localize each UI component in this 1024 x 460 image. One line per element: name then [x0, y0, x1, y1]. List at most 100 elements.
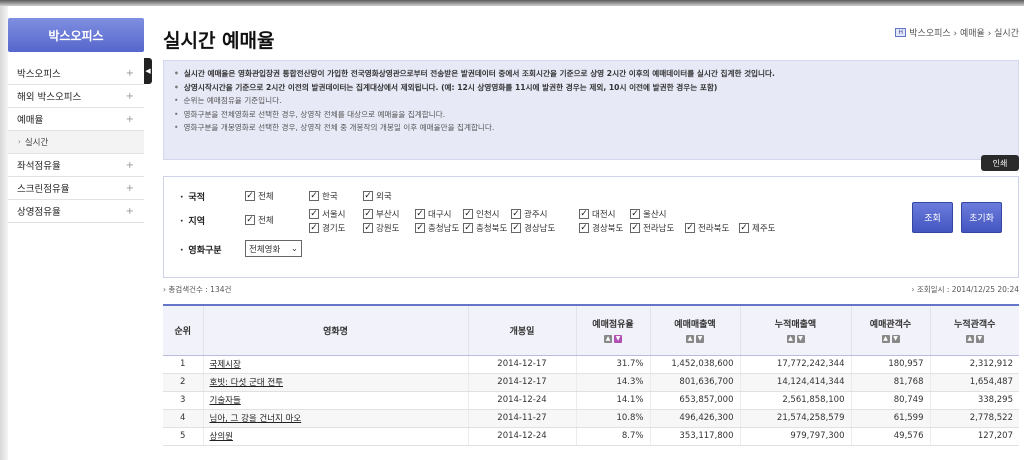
region-checkbox[interactable]: ✓ 충청남도: [415, 222, 459, 234]
plus-icon: +: [125, 90, 134, 102]
region-checkbox[interactable]: ✓ 충청북도: [463, 222, 507, 234]
check-icon: ✓: [511, 223, 521, 233]
chevron-down-icon: ⌄: [290, 243, 298, 254]
sales-cell: 1,452,038,600: [650, 355, 741, 374]
check-icon: ✓: [685, 223, 695, 233]
sidebar-item-label: 실시간: [24, 138, 49, 148]
total-audience-cell: 338,295: [930, 391, 1019, 410]
bullet-icon: ›: [18, 138, 21, 146]
region-checkbox[interactable]: ✓ 전라남도: [630, 222, 674, 234]
sort-asc-icon[interactable]: ▲: [881, 335, 890, 344]
sort-asc-icon[interactable]: ▲: [604, 335, 612, 344]
region-checkbox[interactable]: ✓ 강원도: [363, 222, 399, 234]
column-header: 누적매출액 ▲ ▼: [740, 304, 852, 356]
sidebar-item-label: 예매율: [17, 115, 44, 126]
plus-icon: +: [125, 182, 134, 194]
audience-cell: 180,957: [851, 355, 931, 374]
check-icon: ✓: [245, 191, 255, 201]
open-date-cell: 2014-12-17: [468, 355, 577, 374]
sort-asc-icon[interactable]: ▲: [965, 335, 974, 344]
region-label: 지역: [180, 214, 205, 227]
sort-controls: ▲ ▼: [651, 335, 740, 344]
notice-box: 실시간 예매율은 영화관입장권 통합전산망이 가입한 전국영화상영관으로부터 전…: [163, 60, 1019, 160]
column-header: 순위: [163, 304, 204, 356]
sort-asc-icon[interactable]: ▲: [686, 335, 694, 344]
table-row: 5 상의원 2014-12-24 8.7% 353,117,800 979,79…: [163, 427, 1019, 446]
movie-title-cell: 호빗: 다섯 군대 전투: [203, 373, 469, 392]
region-checkbox[interactable]: ✓ 울산시: [630, 208, 666, 220]
region-checkbox[interactable]: ✓ 경상북도: [579, 222, 623, 234]
open-date-cell: 2014-12-17: [468, 373, 577, 392]
sidebar-item-screen-share[interactable]: 스크린점유율 +: [8, 177, 144, 200]
sort-desc-icon[interactable]: ▼: [796, 335, 805, 344]
column-header: 누적관객수 ▲ ▼: [930, 304, 1020, 356]
reset-button[interactable]: 초기화: [961, 202, 1002, 233]
plus-icon: +: [125, 113, 134, 125]
region-checkbox[interactable]: ✓ 서울시: [309, 208, 345, 220]
nation-foreign-checkbox[interactable]: ✓ 외국: [363, 190, 392, 202]
region-checkbox[interactable]: ✓ 인천시: [463, 208, 499, 220]
movie-title-link[interactable]: 님아, 그 강을 건너지 마오: [210, 414, 302, 424]
total-sales-cell: 21,574,258,579: [740, 409, 852, 428]
check-icon: ✓: [579, 209, 589, 219]
region-all-checkbox[interactable]: ✓ 전체: [245, 214, 274, 226]
open-date-cell: 2014-11-27: [468, 409, 577, 428]
nation-all-checkbox[interactable]: ✓ 전체: [245, 190, 274, 202]
check-icon: ✓: [630, 209, 640, 219]
check-icon: ✓: [630, 223, 640, 233]
nation-label: 국적: [180, 190, 205, 203]
sort-desc-icon[interactable]: ▼: [975, 335, 984, 344]
sort-desc-icon[interactable]: ▼: [614, 335, 622, 344]
movie-type-label: 영화구분: [180, 243, 221, 256]
sidebar-item-seat-share[interactable]: 좌석점유율 +: [8, 154, 144, 177]
notice-item: 순위는 예매점유율 기준입니다.: [174, 94, 1008, 108]
movie-type-select[interactable]: 전체영화 ⌄: [245, 240, 302, 257]
movie-title-link[interactable]: 기술자들: [210, 396, 241, 406]
sidebar-item-label: 스크린점유율: [17, 184, 70, 195]
movie-title-link[interactable]: 국제시장: [210, 360, 241, 370]
page-title: 실시간 예매율: [163, 30, 275, 52]
region-checkbox[interactable]: ✓ 부산시: [363, 208, 399, 220]
total-audience-cell: 127,207: [930, 427, 1019, 446]
sort-desc-icon[interactable]: ▼: [696, 335, 704, 344]
home-icon[interactable]: H: [895, 28, 907, 37]
check-icon: ✓: [739, 223, 749, 233]
check-icon: ✓: [363, 191, 373, 201]
nation-korea-checkbox[interactable]: ✓ 한국: [309, 190, 338, 202]
movie-title-link[interactable]: 호빗: 다섯 군대 전투: [210, 378, 284, 388]
query-time: › 조회일시 : 2014/12/25 20:24: [911, 285, 1019, 294]
share-cell: 14.3%: [576, 373, 651, 392]
region-checkbox[interactable]: ✓ 전라북도: [685, 222, 729, 234]
table-row: 2 호빗: 다섯 군대 전투 2014-12-17 14.3% 801,636,…: [163, 373, 1019, 392]
sidebar-item-foreign-boxoffice[interactable]: 해외 박스오피스 +: [8, 85, 144, 108]
check-icon: ✓: [463, 223, 473, 233]
region-checkbox[interactable]: ✓ 경기도: [309, 222, 345, 234]
sidebar-item-showing-share[interactable]: 상영점유율 +: [8, 200, 144, 223]
region-checkbox[interactable]: ✓ 대구시: [415, 208, 451, 220]
total-sales-cell: 14,124,414,344: [740, 373, 852, 392]
column-header: 예매점유율 ▲ ▼: [576, 304, 651, 356]
region-checkbox[interactable]: ✓ 대전시: [579, 208, 615, 220]
notice-item: 영화구분을 개봉영화로 선택한 경우, 상영작 전체 중 개봉작의 개봉일 이후…: [174, 121, 1008, 135]
sort-asc-icon[interactable]: ▲: [786, 335, 795, 344]
sidebar-subitem-realtime[interactable]: › 실시간: [8, 131, 144, 154]
breadcrumb-text: 박스오피스 › 예매율 › 실시간: [909, 29, 1019, 39]
sort-controls: ▲ ▼: [931, 335, 1020, 344]
sort-desc-icon[interactable]: ▼: [891, 335, 900, 344]
plus-icon: +: [125, 159, 134, 171]
movie-title-link[interactable]: 상의원: [210, 432, 233, 442]
sidebar-item-reservation-rate[interactable]: 예매율 +: [8, 108, 144, 131]
search-button[interactable]: 조회: [912, 202, 953, 233]
breadcrumb: H 박스오피스 › 예매율 › 실시간: [895, 26, 1019, 39]
collapse-sidebar-icon[interactable]: ◀: [144, 58, 152, 84]
print-button[interactable]: 인쇄: [981, 155, 1019, 171]
region-checkbox[interactable]: ✓ 경상남도: [511, 222, 555, 234]
region-checkbox[interactable]: ✓ 제주도: [739, 222, 775, 234]
sales-cell: 353,117,800: [650, 427, 741, 446]
sidebar-item-boxoffice[interactable]: 박스오피스 +: [8, 62, 144, 85]
share-cell: 8.7%: [576, 427, 651, 446]
open-date-cell: 2014-12-24: [468, 427, 577, 446]
region-checkbox[interactable]: ✓ 광주시: [511, 208, 547, 220]
sort-controls: ▲ ▼: [577, 335, 650, 344]
sidebar-item-label: 해외 박스오피스: [17, 92, 82, 103]
